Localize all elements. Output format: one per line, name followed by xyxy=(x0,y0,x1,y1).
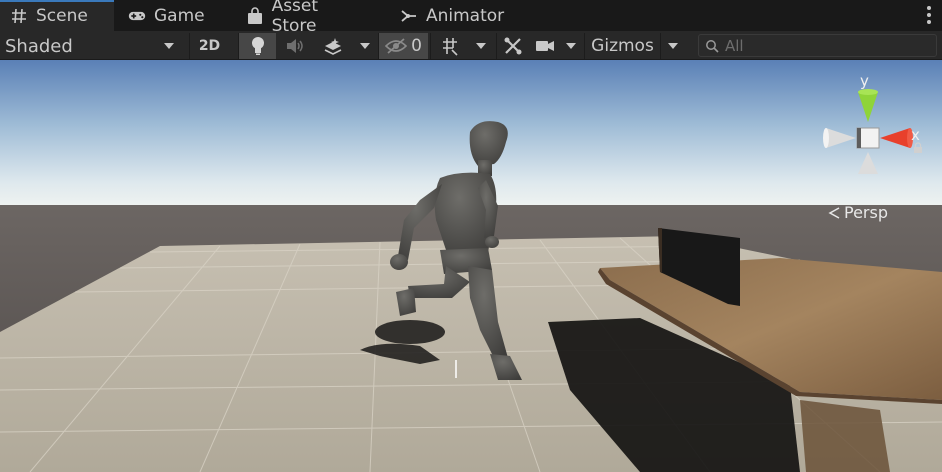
projection-label: Persp xyxy=(844,203,888,222)
tools-icon xyxy=(504,37,521,55)
projection-toggle[interactable]: Persp xyxy=(828,203,888,222)
lightbulb-icon xyxy=(251,37,264,55)
gizmos-dropdown-button[interactable] xyxy=(660,33,684,59)
shopping-bag-icon xyxy=(246,6,264,25)
animator-icon xyxy=(400,7,418,25)
chevron-down-icon xyxy=(360,43,370,49)
chevron-down-icon xyxy=(566,43,576,49)
grid-dropdown-button[interactable] xyxy=(468,33,494,59)
tab-bar: Scene Game Asset Store Animator xyxy=(0,0,942,36)
hash-icon xyxy=(10,7,28,25)
lighting-toggle-button[interactable] xyxy=(238,33,276,59)
lock-icon[interactable] xyxy=(912,142,924,154)
scene-viewport[interactable]: y x Persp xyxy=(0,60,942,472)
effects-dropdown-button[interactable] xyxy=(352,33,378,59)
chevron-down-icon xyxy=(164,43,174,49)
audio-toggle-button[interactable] xyxy=(276,33,314,59)
hidden-count: 0 xyxy=(411,36,422,56)
grid-toggle-button[interactable] xyxy=(430,33,468,59)
2d-label: 2D xyxy=(198,38,221,54)
tab-label: Scene xyxy=(36,5,88,26)
draw-mode-dropdown[interactable]: Shaded xyxy=(0,33,182,59)
effects-layers-icon xyxy=(324,38,342,55)
tab-label: Animator xyxy=(426,5,505,26)
tab-scene[interactable]: Scene xyxy=(0,0,114,31)
gizmo-y-label: y xyxy=(860,72,869,90)
search-icon xyxy=(706,39,719,53)
speaker-icon xyxy=(287,39,303,53)
tab-label: Game xyxy=(154,5,205,26)
tools-button[interactable] xyxy=(496,33,528,59)
search-input[interactable] xyxy=(725,36,925,55)
camera-dropdown-button[interactable] xyxy=(560,33,582,59)
chevron-down-icon xyxy=(476,43,486,49)
scene-visibility-button[interactable]: 0 xyxy=(378,33,428,59)
chevron-down-icon xyxy=(667,43,678,49)
eye-slash-icon xyxy=(385,38,408,54)
grid-icon xyxy=(442,38,458,56)
scene-render[interactable] xyxy=(0,60,942,472)
camera-icon xyxy=(536,41,554,51)
more-options-icon[interactable] xyxy=(926,6,932,24)
gizmos-button[interactable]: Gizmos xyxy=(584,33,660,59)
scene-toolbar: Shaded 2D 0 Gizmos xyxy=(0,31,942,60)
2d-toggle-button[interactable]: 2D xyxy=(189,33,229,59)
gizmos-label: Gizmos xyxy=(591,36,654,56)
tab-asset-store[interactable]: Asset Store xyxy=(240,0,378,36)
tab-animator[interactable]: Animator xyxy=(378,0,518,31)
effects-toggle-button[interactable] xyxy=(314,33,352,59)
gamepad-icon xyxy=(128,7,146,25)
chevron-left-icon xyxy=(828,206,840,219)
draw-mode-value: Shaded xyxy=(5,35,73,57)
scene-search-field[interactable] xyxy=(698,34,937,57)
tab-game[interactable]: Game xyxy=(118,0,238,31)
camera-settings-button[interactable] xyxy=(532,33,558,59)
